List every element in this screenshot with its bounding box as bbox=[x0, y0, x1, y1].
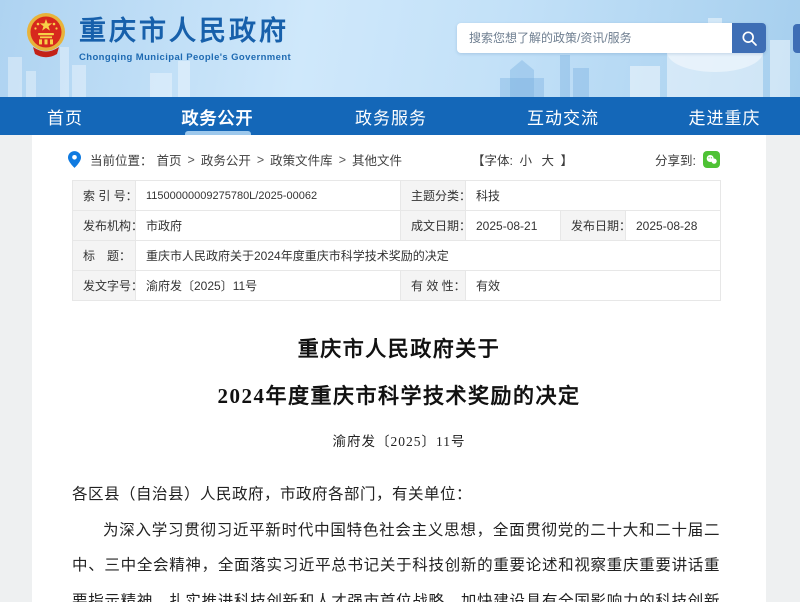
meta-label-doc-number: 发文字号： bbox=[73, 271, 136, 301]
nav-item-label: 政务公开 bbox=[182, 104, 254, 129]
breadcrumb-link-policy-library[interactable]: 政策文件库 bbox=[270, 150, 333, 169]
meta-label-agency: 发布机构： bbox=[73, 211, 136, 241]
breadcrumb-link-other-docs[interactable]: 其他文件 bbox=[352, 150, 402, 169]
doc-salutation: 各区县（自治县）人民政府，市政府各部门，有关单位： bbox=[72, 477, 720, 513]
site-search bbox=[457, 23, 766, 53]
breadcrumb-link-gov-affairs[interactable]: 政务公开 bbox=[201, 150, 251, 169]
document-body: 各区县（自治县）人民政府，市政府各部门，有关单位： 为深入学习贯彻习近平新时代中… bbox=[72, 477, 720, 602]
location-pin-icon bbox=[68, 151, 81, 168]
search-input[interactable] bbox=[457, 23, 732, 53]
breadcrumb-link-home[interactable]: 首页 bbox=[157, 150, 182, 169]
meta-label-written-date: 成文日期： bbox=[401, 211, 466, 241]
font-larger-button[interactable]: 大 bbox=[542, 154, 555, 168]
site-title: 重庆市人民政府 bbox=[79, 9, 291, 48]
doc-title-line1: 重庆市人民政府关于 bbox=[32, 333, 766, 363]
site-header: 重庆市人民政府 Chongqing Municipal People's Gov… bbox=[0, 0, 800, 97]
font-size-control: 【字体: 小 大 】 bbox=[472, 150, 573, 169]
meta-value-doc-number: 渝府发〔2025〕11号 bbox=[136, 271, 401, 301]
edge-widget-fragment bbox=[793, 24, 800, 53]
nav-item-gov-services[interactable]: 政务服务 bbox=[305, 97, 477, 135]
meta-label-publish-date: 发布日期： bbox=[561, 211, 626, 241]
meta-label-validity: 有 效 性： bbox=[401, 271, 466, 301]
meta-label-category: 主题分类： bbox=[401, 181, 466, 211]
meta-value-category: 科技 bbox=[466, 181, 721, 211]
doc-meta-table: 索 引 号： 11500000009275780L/2025-00062 主题分… bbox=[72, 180, 721, 301]
meta-value-validity: 有效 bbox=[466, 271, 721, 301]
wechat-icon bbox=[705, 153, 718, 166]
breadcrumb-row: 当前位置： 首页 > 政务公开 > 政策文件库 > 其他文件 【字体: 小 大 … bbox=[32, 148, 766, 180]
share-control: 分享到: bbox=[655, 150, 720, 169]
breadcrumb-separator: > bbox=[339, 153, 346, 167]
nav-item-home[interactable]: 首页 bbox=[0, 97, 130, 135]
document-header: 重庆市人民政府关于 2024年度重庆市科学技术奖励的决定 渝府发〔2025〕11… bbox=[32, 333, 766, 450]
site-logo[interactable]: 重庆市人民政府 Chongqing Municipal People's Gov… bbox=[26, 9, 291, 63]
meta-value-index: 11500000009275780L/2025-00062 bbox=[136, 181, 401, 211]
breadcrumb-label: 当前位置： bbox=[90, 150, 153, 169]
font-control-prefix: 【字体: bbox=[472, 154, 513, 168]
national-emblem-icon bbox=[26, 11, 66, 61]
meta-row: 索 引 号： 11500000009275780L/2025-00062 主题分… bbox=[73, 181, 721, 211]
meta-row: 发布机构： 市政府 成文日期： 2025-08-21 发布日期： 2025-08… bbox=[73, 211, 721, 241]
wechat-share-button[interactable] bbox=[703, 151, 720, 168]
meta-value-title: 重庆市人民政府关于2024年度重庆市科学技术奖励的决定 bbox=[136, 241, 721, 271]
meta-label-index: 索 引 号： bbox=[73, 181, 136, 211]
site-title-block: 重庆市人民政府 Chongqing Municipal People's Gov… bbox=[79, 9, 291, 63]
search-icon bbox=[741, 30, 758, 47]
font-smaller-button[interactable]: 小 bbox=[520, 154, 533, 168]
search-button[interactable] bbox=[732, 23, 766, 53]
main-nav: 首页 政务公开 政务服务 互动交流 走进重庆 bbox=[0, 97, 800, 135]
font-control-suffix: 】 bbox=[561, 154, 574, 168]
page-background: 当前位置： 首页 > 政务公开 > 政策文件库 > 其他文件 【字体: 小 大 … bbox=[0, 135, 800, 602]
nav-item-interaction[interactable]: 互动交流 bbox=[477, 97, 649, 135]
content-card: 当前位置： 首页 > 政务公开 > 政策文件库 > 其他文件 【字体: 小 大 … bbox=[32, 135, 766, 602]
meta-value-publish-date: 2025-08-28 bbox=[626, 211, 721, 241]
meta-row: 标 题： 重庆市人民政府关于2024年度重庆市科学技术奖励的决定 bbox=[73, 241, 721, 271]
meta-row: 发文字号： 渝府发〔2025〕11号 有 效 性： 有效 bbox=[73, 271, 721, 301]
nav-item-about-chongqing[interactable]: 走进重庆 bbox=[649, 97, 800, 135]
meta-label-title: 标 题： bbox=[73, 241, 136, 271]
share-label: 分享到: bbox=[655, 150, 696, 169]
doc-number: 渝府发〔2025〕11号 bbox=[32, 430, 766, 450]
active-tab-indicator bbox=[185, 131, 251, 135]
site-subtitle: Chongqing Municipal People's Government bbox=[79, 52, 291, 63]
doc-title-line2: 2024年度重庆市科学技术奖励的决定 bbox=[32, 380, 766, 410]
breadcrumb-separator: > bbox=[188, 153, 195, 167]
doc-paragraph: 为深入学习贯彻习近平新时代中国特色社会主义思想，全面贯彻党的二十大和二十届二中、… bbox=[72, 513, 720, 602]
meta-value-written-date: 2025-08-21 bbox=[466, 211, 561, 241]
nav-item-gov-affairs[interactable]: 政务公开 bbox=[130, 97, 305, 135]
meta-value-agency: 市政府 bbox=[136, 211, 401, 241]
breadcrumb-separator: > bbox=[257, 153, 264, 167]
